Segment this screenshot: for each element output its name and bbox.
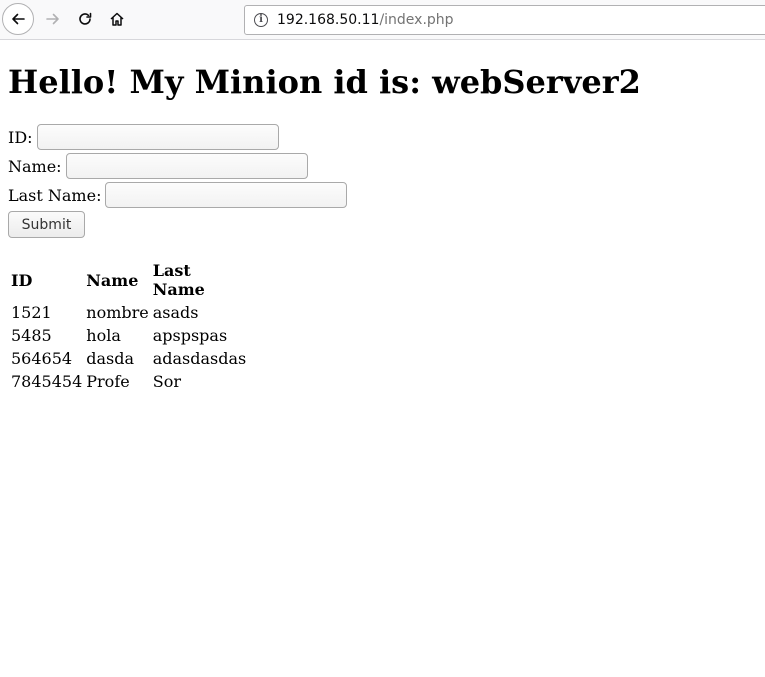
header-last-name: Last Name [152, 261, 205, 299]
cell-name: Profe [86, 372, 130, 391]
header-id: ID [11, 270, 33, 290]
name-row: Name: [8, 153, 308, 179]
name-input[interactable] [65, 153, 308, 179]
back-arrow-icon [12, 13, 25, 25]
reload-button[interactable] [74, 8, 96, 30]
name-label: Name: [8, 156, 62, 176]
records-table: ID Name Last Name 1521 nombre asads 5485… [8, 258, 249, 394]
back-button[interactable] [2, 3, 34, 35]
address-bar[interactable]: i 192.168.50.11/index.php [244, 5, 765, 35]
cell-id: 7845454 [11, 372, 83, 391]
cell-name: hola [86, 326, 121, 345]
table-row: 7845454 Profe Sor [10, 371, 247, 392]
cell-id: 5485 [11, 326, 52, 345]
id-input[interactable] [36, 124, 279, 150]
last-name-input[interactable] [105, 182, 348, 208]
id-row: ID: [8, 124, 279, 150]
cell-name: nombre [86, 303, 149, 322]
cell-id: 564654 [11, 349, 73, 368]
forward-button[interactable] [42, 8, 64, 30]
table-row: 564654 dasda adasdasdas [10, 348, 247, 369]
cell-id: 1521 [11, 303, 52, 322]
forward-arrow-icon [46, 13, 59, 25]
cell-last-name: Sor [152, 372, 181, 391]
cell-last-name: asads [152, 303, 199, 322]
cell-last-name: apspspas [152, 326, 228, 345]
cell-last-name: adasdasdas [152, 349, 247, 368]
table-header-row: ID Name Last Name [10, 260, 247, 300]
id-label: ID: [8, 127, 33, 147]
url-path: /index.php [379, 12, 454, 28]
table-row: 1521 nombre asads [10, 302, 247, 323]
table-row: 5485 hola apspspas [10, 325, 247, 346]
last-name-label: Last Name: [8, 185, 102, 205]
home-button[interactable] [106, 8, 128, 30]
page-heading: Hello! My Minion id is: webServer2 [8, 63, 641, 101]
browser-toolbar: i 192.168.50.11/index.php [0, 0, 765, 40]
reload-icon [79, 12, 92, 25]
header-name: Name [86, 270, 139, 290]
info-icon[interactable]: i [254, 13, 268, 27]
url-host: 192.168.50.11 [277, 12, 380, 28]
last-name-row: Last Name: [8, 182, 348, 208]
submit-button[interactable]: Submit [8, 211, 85, 238]
cell-name: dasda [86, 349, 135, 368]
home-icon [110, 12, 124, 26]
